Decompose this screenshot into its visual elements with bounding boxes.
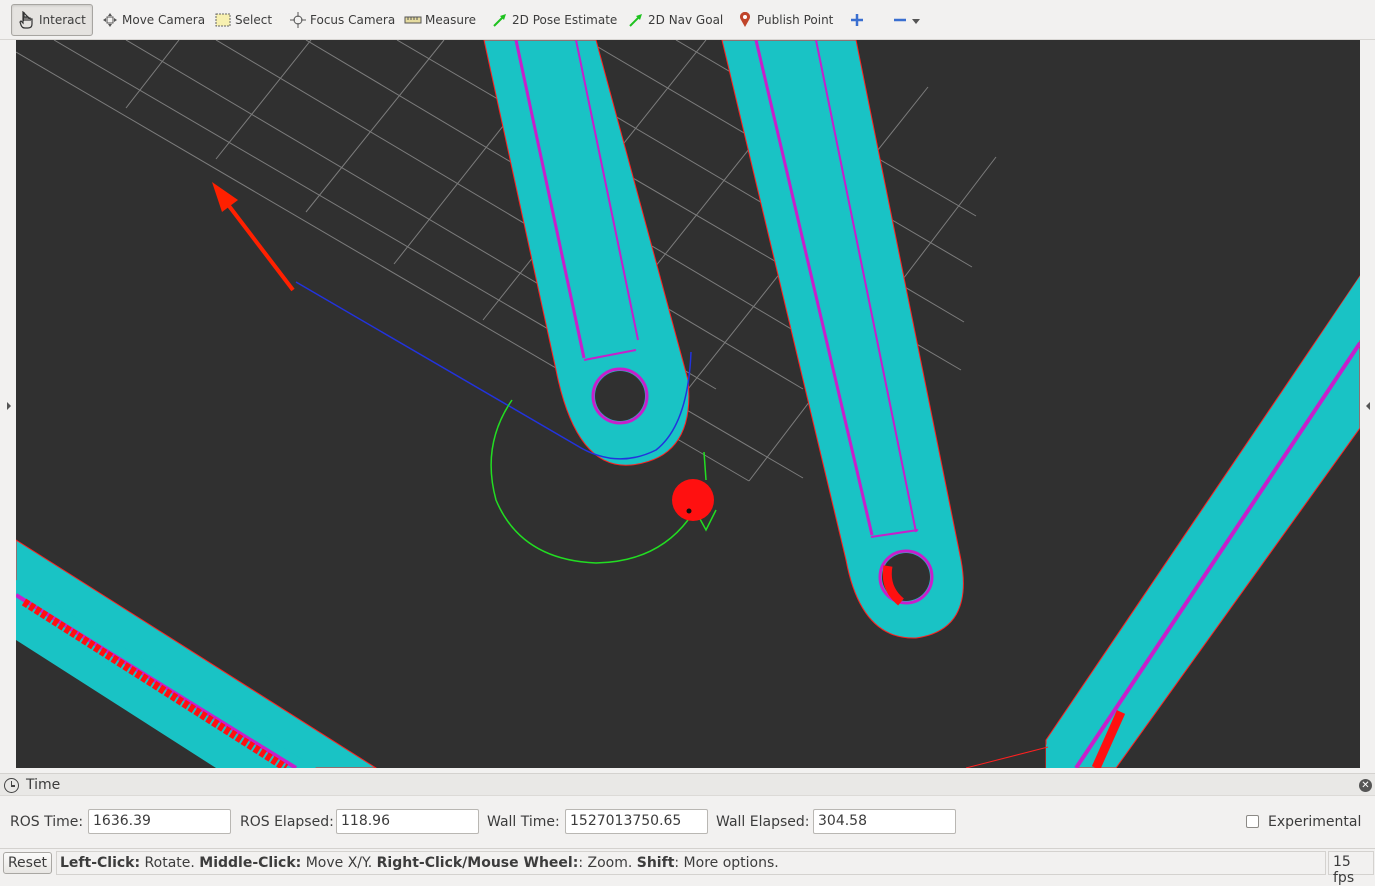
hint-middle-click-text: Move X/Y. [301, 855, 377, 871]
costmap-pillar-left [483, 40, 690, 466]
2d-nav-goal-tool-button[interactable]: 2D Nav Goal [621, 4, 729, 36]
2d-pose-estimate-tool-button[interactable]: 2D Pose Estimate [485, 4, 623, 36]
2d-pose-estimate-tool-label: 2D Pose Estimate [512, 13, 618, 27]
map-pin-icon [736, 11, 754, 29]
plus-icon [848, 11, 866, 29]
time-panel-header: Time ✕ [0, 774, 1375, 796]
experimental-checkbox[interactable] [1246, 815, 1259, 828]
green-arrow-icon [491, 11, 509, 29]
remove-tool-button[interactable] [885, 4, 926, 36]
select-tool-label: Select [235, 13, 273, 27]
hint-shift-key: Shift [636, 855, 675, 871]
status-bar: Reset Left-Click: Rotate. Middle-Click: … [0, 848, 1375, 886]
wall-time-field[interactable]: 1527013750.65 [565, 809, 708, 834]
wall-elapsed-field[interactable]: 304.58 [813, 809, 956, 834]
hint-right-click-text: : Zoom. [578, 855, 637, 871]
robot-model [672, 451, 717, 532]
close-icon[interactable]: ✕ [1359, 779, 1372, 792]
interact-tool-button[interactable]: Interact [11, 4, 93, 36]
hint-right-click-key: Right-Click/Mouse Wheel: [376, 855, 579, 871]
hint-left-click-key: Left-Click: [60, 855, 141, 871]
focus-camera-tool-button[interactable]: Focus Camera [283, 4, 401, 36]
chevron-down-icon[interactable] [912, 13, 920, 27]
rviz-toolbar: Interact Move Camera Select Focus Camera… [0, 0, 1375, 40]
goal-pose-arrow [212, 182, 295, 292]
move-camera-icon [101, 11, 119, 29]
measure-tool-label: Measure [425, 13, 476, 27]
reset-button[interactable]: Reset [3, 852, 52, 874]
left-panel-splitter[interactable] [0, 40, 16, 768]
clock-icon [4, 778, 19, 793]
time-panel: Time ✕ ROS Time: 1636.39 ROS Elapsed: 11… [0, 773, 1375, 848]
measure-tool-button[interactable]: Measure [398, 4, 482, 36]
2d-nav-goal-tool-label: 2D Nav Goal [648, 13, 724, 27]
hint-left-click-text: Rotate. [140, 855, 200, 871]
time-panel-title: Time [26, 777, 61, 793]
mouse-hint-text: Left-Click: Rotate. Middle-Click: Move X… [56, 851, 1326, 875]
costmap-wall-bottom-right [961, 275, 1360, 768]
wall-time-label: Wall Time: [487, 814, 560, 830]
right-panel-splitter[interactable] [1360, 40, 1375, 768]
move-camera-tool-button[interactable]: Move Camera [95, 4, 211, 36]
focus-camera-tool-label: Focus Camera [310, 13, 396, 27]
publish-point-tool-label: Publish Point [757, 13, 834, 27]
green-arrow-icon [627, 11, 645, 29]
move-camera-tool-label: Move Camera [122, 13, 206, 27]
publish-point-tool-button[interactable]: Publish Point [730, 4, 839, 36]
expand-right-panel-icon [1366, 402, 1370, 410]
ruler-icon [404, 11, 422, 29]
select-rectangle-icon [214, 11, 232, 29]
3d-render-viewport[interactable] [16, 40, 1360, 768]
add-tool-button[interactable] [842, 4, 875, 36]
ros-elapsed-label: ROS Elapsed: [240, 814, 334, 830]
expand-left-panel-icon [7, 402, 11, 410]
select-tool-button[interactable]: Select [208, 4, 278, 36]
ros-elapsed-field[interactable]: 118.96 [336, 809, 479, 834]
costmap-pillar-right [721, 40, 964, 639]
wall-elapsed-label: Wall Elapsed: [716, 814, 810, 830]
ros-time-label: ROS Time: [10, 814, 84, 830]
ros-time-field[interactable]: 1636.39 [88, 809, 231, 834]
fps-indicator: 15 fps [1328, 851, 1374, 886]
focus-crosshair-icon [289, 11, 307, 29]
hint-middle-click-key: Middle-Click: [199, 855, 302, 871]
hint-shift-text: : More options. [674, 855, 779, 871]
hand-pointer-icon [18, 11, 36, 29]
costmap-wall-bottom-left [16, 539, 377, 768]
experimental-label: Experimental [1268, 814, 1362, 830]
interact-tool-label: Interact [39, 13, 86, 27]
minus-icon [891, 11, 909, 29]
